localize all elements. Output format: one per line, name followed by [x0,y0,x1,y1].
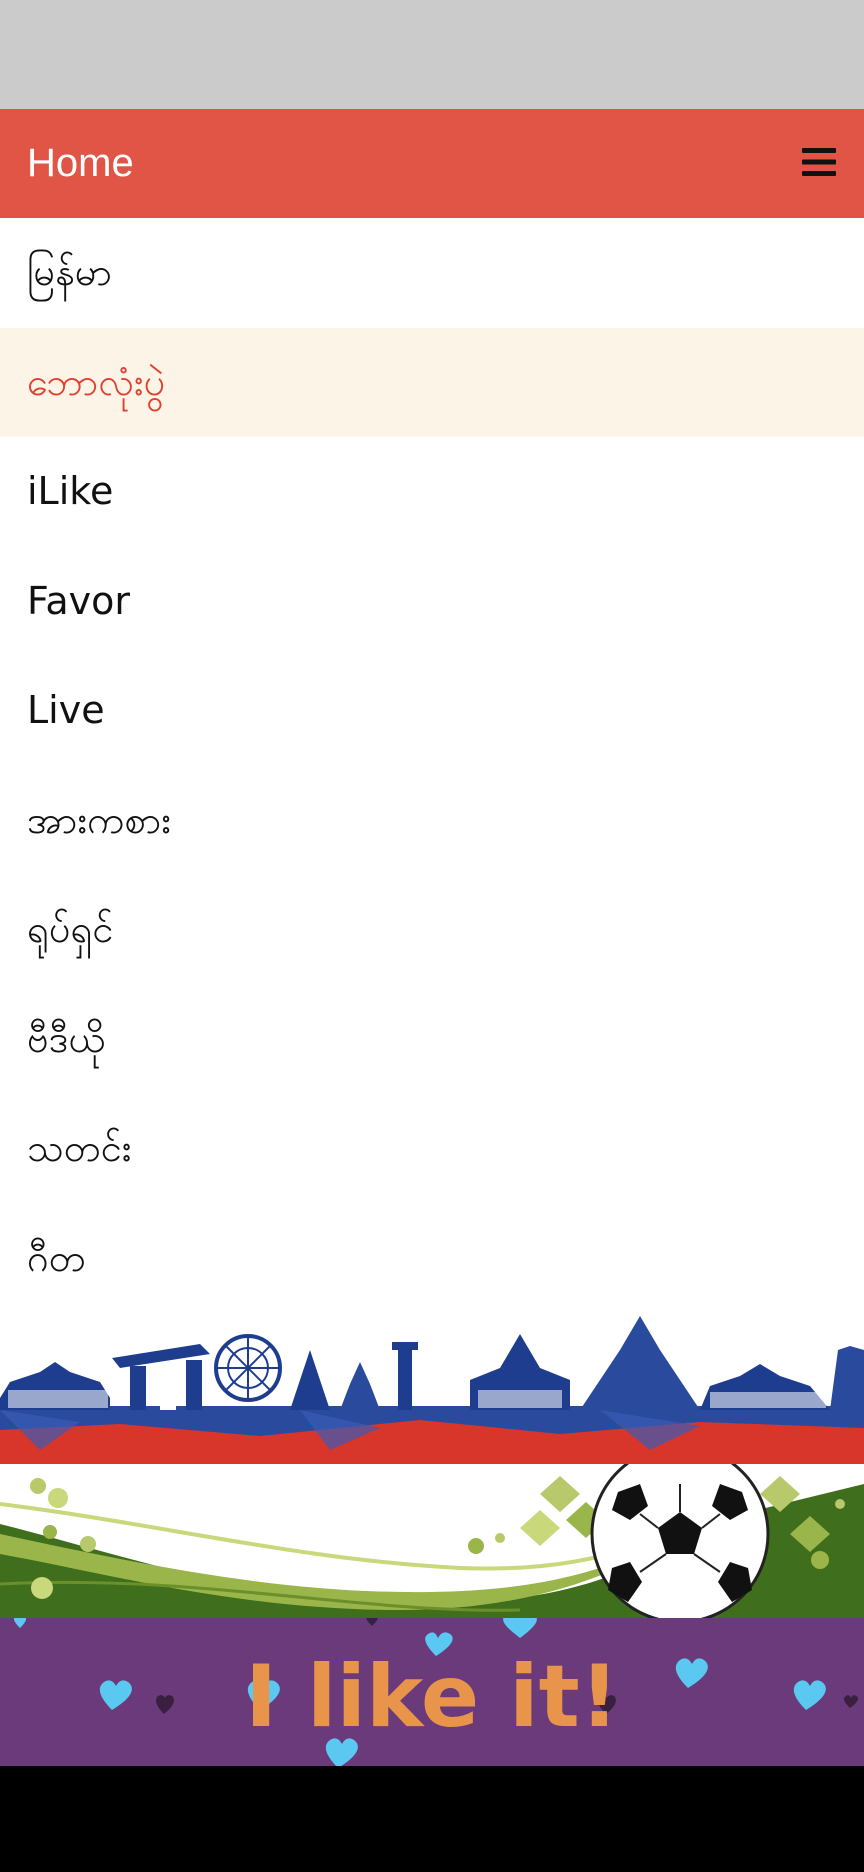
nav-item-label: မြန်မာ [27,250,113,294]
nav-item-label: ဂီတ [27,1235,86,1280]
hamburger-menu-icon [802,148,836,176]
nav-item-label: ရုပ်ရှင် [27,907,114,951]
nav-item-live[interactable]: Live [0,656,864,766]
ilike-banner[interactable]: I like it! [0,1618,864,1766]
navigation-bar [0,1766,864,1872]
nav-item-label: Live [27,688,105,732]
nav-item-music[interactable]: ဂီတ [0,1204,864,1314]
skyline-banner[interactable] [0,1310,864,1464]
nav-item-label: ဘောလုံးပွဲ [27,359,166,404]
page-title: Home [27,141,134,185]
skyline-banner-image [0,1316,864,1464]
football-banner-image [0,1464,864,1618]
nav-item-label: iLike [27,469,114,513]
nav-item-favor[interactable]: Favor [0,547,864,657]
app-screen: Home မြန်မာ ဘောလုံးပွဲ iLike Favor Live … [0,0,864,1872]
nav-menu: မြန်မာ ဘောလုံးပွဲ iLike Favor Live အားကစ… [0,218,864,1313]
nav-item-label: ဗီဒီယို [27,1016,106,1061]
nav-item-label: အားကစား [27,797,171,842]
nav-item-label: သတင်း [27,1126,132,1170]
nav-item-news[interactable]: သတင်း [0,1094,864,1204]
app-header: Home [0,109,864,218]
nav-item-video[interactable]: ဗီဒီယို [0,985,864,1095]
ilike-banner-text: I like it! [245,1647,619,1747]
nav-item-ilike[interactable]: iLike [0,437,864,547]
nav-item-football[interactable]: ဘောလုံးပွဲ [0,327,864,437]
nav-item-movies[interactable]: ရုပ်ရှင် [0,875,864,985]
nav-item-sports[interactable]: အားကစား [0,766,864,876]
menu-button[interactable] [764,109,864,218]
football-banner[interactable] [0,1464,864,1618]
nav-item-label: Favor [27,578,131,623]
ilike-banner-image: I like it! [0,1618,864,1766]
nav-item-myanmar[interactable]: မြန်မာ [0,218,864,328]
status-bar [0,0,864,109]
